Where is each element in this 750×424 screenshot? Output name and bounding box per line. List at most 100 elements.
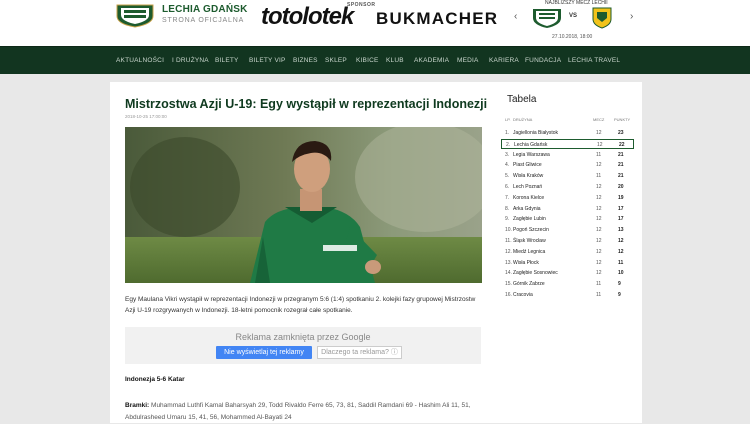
nav-item-sklep[interactable]: SKLEP bbox=[325, 57, 347, 64]
table-cell-pos: 9. bbox=[505, 216, 510, 223]
nav-item-klub[interactable]: KLUB bbox=[386, 57, 404, 64]
nav-item-media[interactable]: MEDIA bbox=[457, 57, 479, 64]
table-row[interactable]: 13. Wisła Płock 12 11 bbox=[501, 258, 634, 268]
table-cell-pts: 11 bbox=[618, 259, 624, 266]
table-cell-team: Miedź Legnica bbox=[513, 248, 546, 255]
table-cell-pos: 16. bbox=[505, 292, 512, 298]
table-cell-pts: 19 bbox=[618, 194, 624, 201]
table-cell-gp: 12 bbox=[596, 184, 602, 190]
table-cell-pts: 12 bbox=[618, 238, 624, 244]
table-row[interactable]: 10. Pogoń Szczecin 12 13 bbox=[501, 225, 634, 235]
why-this-ad-button[interactable]: Dlaczego ta reklama? ⓘ bbox=[317, 346, 402, 359]
header-games: MECZ bbox=[593, 117, 605, 122]
table-cell-gp: 12 bbox=[596, 205, 602, 212]
sponsor-logo[interactable]: totolotek bbox=[261, 3, 354, 31]
table-cell-pts: 21 bbox=[618, 151, 624, 158]
ad-title: Reklama zamknięta przez Google bbox=[235, 332, 371, 342]
table-cell-pos: 8. bbox=[505, 205, 510, 212]
table-cell-gp: 11 bbox=[596, 292, 602, 298]
table-cell-pts: 10 bbox=[618, 270, 624, 277]
match-result-heading: Indonezja 5-6 Katar bbox=[125, 376, 185, 383]
table-cell-pts: 17 bbox=[618, 216, 624, 223]
home-team-crest-icon bbox=[533, 9, 561, 28]
table-cell-gp: 11 bbox=[596, 281, 602, 288]
goals-label: Bramki: bbox=[125, 402, 150, 409]
table-row[interactable]: 1. Jagiellonia Białystok 12 23 bbox=[501, 128, 634, 138]
table-cell-gp: 12 bbox=[596, 248, 602, 255]
article-date: 2018-10-25 17:00:00 bbox=[125, 114, 167, 119]
table-cell-team: Lech Poznań bbox=[513, 184, 543, 190]
chevron-right-icon[interactable]: › bbox=[630, 11, 633, 22]
table-cell-pos: 6. bbox=[505, 184, 510, 190]
nav-item-fundacja[interactable]: FUNDACJA bbox=[525, 57, 561, 64]
goals-paragraph: Bramki: Muhammad Luthfi Kamal Baharsyah … bbox=[125, 400, 483, 424]
hide-ad-button[interactable]: Nie wyświetlaj tej reklamy bbox=[216, 346, 312, 359]
table-cell-gp: 12 bbox=[596, 259, 602, 266]
table-row[interactable]: 2. Lechia Gdańsk 12 22 bbox=[501, 138, 634, 149]
match-date: 27.10.2018, 18:00 bbox=[552, 34, 593, 40]
table-row[interactable]: 9. Zagłębie Lubin 12 17 bbox=[501, 214, 634, 224]
table-cell-pos: 13. bbox=[505, 259, 512, 266]
table-cell-pts: 9 bbox=[618, 281, 621, 288]
club-logo-icon[interactable] bbox=[115, 2, 155, 28]
nav-item-bilety-vip[interactable]: BILETY VIP bbox=[249, 57, 286, 64]
table-cell-pos: 5. bbox=[505, 173, 510, 180]
table-cell-pts: 21 bbox=[618, 173, 624, 180]
goals-text: Muhammad Luthfi Kamal Baharsyah 29, Todd… bbox=[125, 402, 471, 421]
nav-item-druzyna[interactable]: I DRUŻYNA bbox=[172, 57, 209, 64]
table-cell-pos: 14. bbox=[505, 270, 512, 277]
table-cell-team: Śląsk Wrocław bbox=[513, 238, 546, 244]
table-cell-team: Zagłębie Sosnowiec bbox=[513, 270, 558, 277]
nav-item-aktualnosci[interactable]: AKTUALNOŚCI bbox=[116, 57, 164, 64]
table-row[interactable]: 15. Górnik Zabrze 11 9 bbox=[501, 279, 634, 289]
table-cell-pts: 20 bbox=[618, 184, 624, 190]
table-row[interactable]: 16. Cracovia 11 9 bbox=[501, 290, 634, 300]
table-cell-pts: 21 bbox=[618, 162, 624, 169]
away-team-crest-icon bbox=[592, 7, 612, 29]
table-row[interactable]: 5. Wisła Kraków 11 21 bbox=[501, 171, 634, 181]
ad-placeholder: Reklama zamknięta przez Google Nie wyświ… bbox=[125, 327, 481, 364]
table-row[interactable]: 3. Legia Warszawa 11 21 bbox=[501, 150, 634, 160]
nav-item-bilety[interactable]: BILETY bbox=[215, 57, 239, 64]
table-row[interactable]: 6. Lech Poznań 12 20 bbox=[501, 182, 634, 192]
table-cell-team: Piast Gliwice bbox=[513, 162, 542, 169]
table-cell-pos: 1. bbox=[505, 130, 510, 136]
table-cell-pos: 2. bbox=[506, 141, 511, 148]
table-cell-gp: 12 bbox=[596, 238, 602, 244]
main-nav: AKTUALNOŚCI I DRUŻYNA BILETY BILETY VIP … bbox=[0, 46, 750, 74]
table-cell-team: Korona Kielce bbox=[513, 194, 545, 201]
table-row[interactable]: 4. Piast Gliwice 12 21 bbox=[501, 160, 634, 170]
table-row[interactable]: 8. Arka Gdynia 12 17 bbox=[501, 204, 634, 214]
nav-item-kibice[interactable]: KIBICE bbox=[356, 57, 379, 64]
club-subtitle: STRONA OFICJALNA bbox=[162, 17, 245, 24]
table-cell-team: Lechia Gdańsk bbox=[514, 141, 548, 148]
header-pos: LP. bbox=[505, 117, 511, 122]
table-cell-pos: 3. bbox=[505, 151, 510, 158]
table-row[interactable]: 7. Korona Kielce 12 19 bbox=[501, 193, 634, 203]
table-cell-team: Cracovia bbox=[513, 292, 533, 298]
nav-item-lechia-travel[interactable]: LECHIA TRAVEL bbox=[568, 57, 620, 64]
sponsor-bookmaker[interactable]: BUKMACHER bbox=[376, 9, 498, 29]
table-cell-gp: 12 bbox=[596, 162, 602, 169]
nav-item-kariera[interactable]: KARIERA bbox=[489, 57, 519, 64]
table-row[interactable]: 12. Miedź Legnica 12 12 bbox=[501, 247, 634, 257]
table-cell-gp: 11 bbox=[596, 173, 602, 180]
vs-label: VS bbox=[569, 13, 578, 19]
chevron-left-icon[interactable]: ‹ bbox=[514, 11, 517, 22]
table-cell-pos: 7. bbox=[505, 194, 510, 201]
nav-item-akademia[interactable]: AKADEMIA bbox=[414, 57, 449, 64]
table-row[interactable]: 11. Śląsk Wrocław 12 12 bbox=[501, 236, 634, 246]
header-team: DRUŻYNA bbox=[513, 117, 533, 122]
site-header: LECHIA GDAŃSK STRONA OFICJALNA SPONSOR t… bbox=[0, 0, 750, 46]
table-cell-team: Zagłębie Lubin bbox=[513, 216, 546, 223]
article-hero-image bbox=[125, 127, 482, 283]
table-cell-pos: 4. bbox=[505, 162, 510, 169]
nav-item-biznes[interactable]: BIZNES bbox=[293, 57, 318, 64]
article-lede: Egy Maulana Vikri wystąpił w reprezentac… bbox=[125, 296, 476, 314]
table-row[interactable]: 14. Zagłębie Sosnowiec 12 10 bbox=[501, 268, 634, 278]
table-cell-pos: 11. bbox=[505, 238, 512, 244]
sponsor-brand-name: totolotek bbox=[261, 3, 354, 30]
club-name[interactable]: LECHIA GDAŃSK bbox=[162, 4, 248, 15]
table-cell-team: Górnik Zabrze bbox=[513, 281, 545, 288]
table-cell-gp: 12 bbox=[596, 216, 602, 223]
